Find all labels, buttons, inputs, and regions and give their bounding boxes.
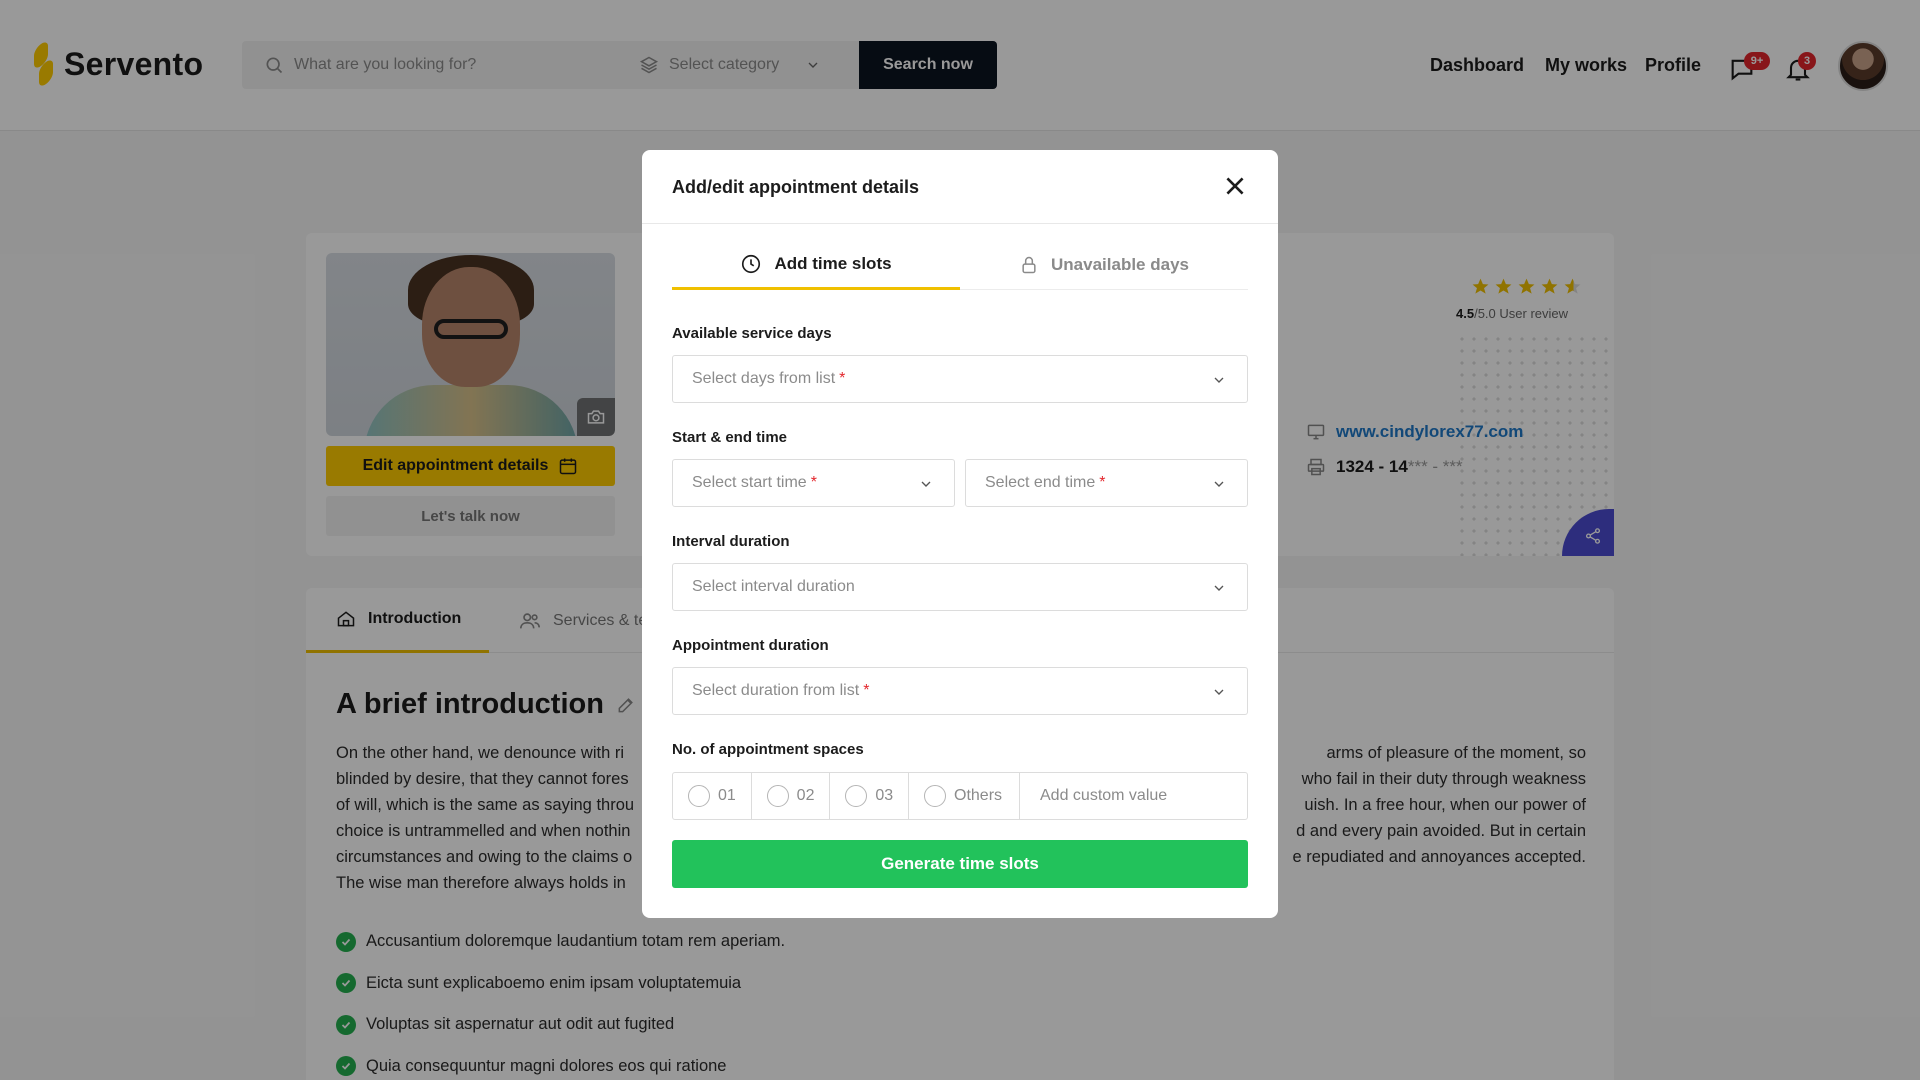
required-mark: * — [863, 682, 870, 699]
close-button[interactable] — [1220, 172, 1250, 202]
radio-button[interactable] — [845, 785, 868, 807]
tab-unavailable-days-label: Unavailable days — [1051, 255, 1189, 274]
end-time-select[interactable]: Select end time * — [965, 459, 1248, 507]
duration-select[interactable]: Select duration from list * — [672, 667, 1248, 715]
start-time-placeholder: Select start time * — [692, 474, 817, 491]
spaces-radio-group: 01 02 03 Others — [672, 772, 1248, 820]
modal-header: Add/edit appointment details — [642, 150, 1278, 224]
tab-unavailable-days[interactable]: Unavailable days — [960, 240, 1248, 290]
days-select[interactable]: Select days from list * — [672, 355, 1248, 403]
days-label: Available service days — [672, 325, 832, 342]
required-mark: * — [1099, 474, 1106, 491]
chevron-down-icon — [1214, 585, 1224, 591]
time-label: Start & end time — [672, 429, 788, 446]
chevron-down-icon — [1214, 689, 1224, 695]
days-placeholder: Select days from list * — [692, 370, 846, 387]
close-icon — [1226, 176, 1244, 195]
interval-label: Interval duration — [672, 533, 790, 550]
required-mark: * — [839, 370, 846, 387]
appointment-modal: Add/edit appointment details Add time sl… — [642, 150, 1278, 918]
custom-value-input[interactable] — [1020, 773, 1247, 819]
radio-button[interactable] — [766, 785, 789, 807]
interval-select[interactable]: Select interval duration — [672, 563, 1248, 611]
chevron-down-icon — [1214, 481, 1224, 487]
tab-add-time-slots-label: Add time slots — [774, 253, 892, 273]
radio-button[interactable] — [688, 785, 710, 807]
radio-button[interactable] — [924, 785, 947, 807]
start-time-select[interactable]: Select start time * — [672, 459, 955, 507]
clock-icon — [742, 254, 761, 273]
end-time-placeholder: Select end time * — [985, 474, 1106, 491]
space-option-01[interactable]: 01 — [673, 773, 752, 819]
space-option-label: 01 — [718, 787, 736, 804]
spaces-label: No. of appointment spaces — [672, 741, 864, 758]
space-option-03[interactable]: 03 — [830, 773, 910, 819]
interval-placeholder: Select interval duration — [692, 578, 855, 595]
lock-icon — [1022, 256, 1036, 274]
duration-label: Appointment duration — [672, 637, 829, 654]
space-option-label: Others — [954, 787, 1003, 804]
space-option-label: 03 — [875, 787, 894, 804]
modal-title: Add/edit appointment details — [672, 177, 920, 197]
space-option-others[interactable]: Others — [909, 773, 1020, 819]
chevron-down-icon — [1214, 377, 1224, 383]
modal-tabs: Add time slots Unavailable days — [672, 240, 1248, 290]
chevron-down-icon — [921, 481, 931, 487]
tab-add-time-slots[interactable]: Add time slots — [672, 240, 960, 290]
space-option-02[interactable]: 02 — [752, 773, 831, 819]
required-mark: * — [810, 474, 817, 491]
duration-placeholder: Select duration from list * — [692, 682, 870, 699]
space-option-label: 02 — [796, 787, 815, 804]
generate-time-slots-button[interactable]: Generate time slots — [672, 840, 1248, 888]
